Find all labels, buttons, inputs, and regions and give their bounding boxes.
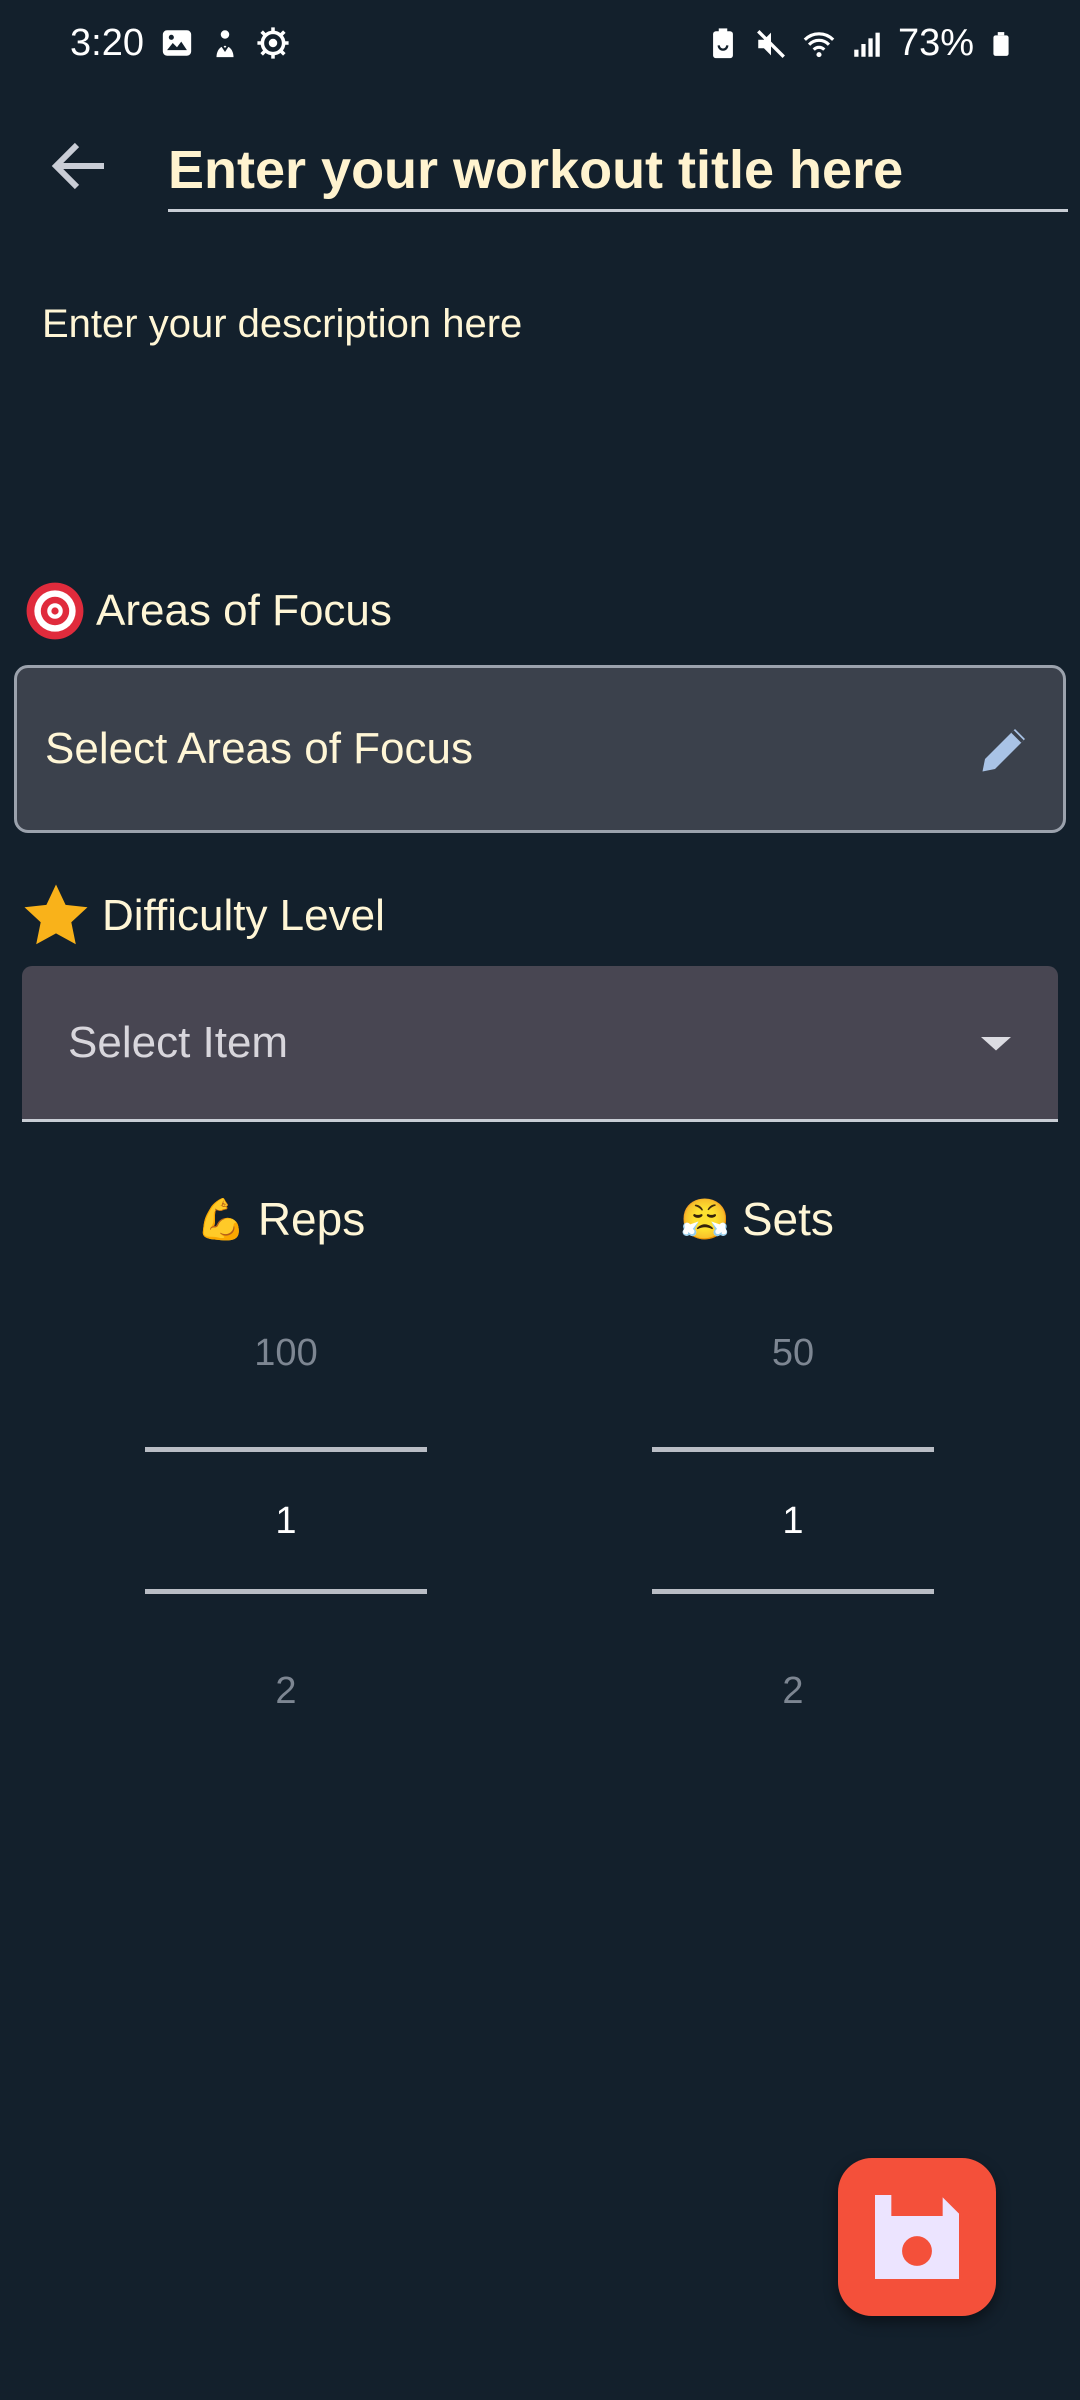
back-button[interactable]: [44, 130, 116, 202]
status-left-icons: [160, 26, 290, 60]
sets-selected-value[interactable]: 1: [653, 1500, 933, 1543]
reps-prev-value[interactable]: 100: [146, 1332, 426, 1375]
target-icon: [26, 582, 84, 640]
flexed-biceps-icon: 💪: [196, 1196, 246, 1243]
dropdown-arrow-icon: [981, 1036, 1011, 1050]
reps-picker-bottom-line: [145, 1589, 427, 1594]
status-time: 3:20: [70, 22, 144, 64]
sets-picker-top-line: [652, 1447, 934, 1452]
difficulty-level-label: Difficulty Level: [20, 880, 385, 952]
star-icon: [24, 884, 88, 945]
areas-of-focus-select-text: Select Areas of Focus: [45, 724, 473, 773]
sets-next-value[interactable]: 2: [653, 1670, 933, 1713]
image-icon: [162, 30, 192, 56]
mute-icon: [756, 29, 785, 58]
sets-picker-bottom-line: [652, 1589, 934, 1594]
difficulty-level-label-text: Difficulty Level: [102, 891, 385, 940]
areas-of-focus-label: Areas of Focus: [24, 580, 392, 642]
signal-icon: [854, 32, 880, 57]
difficulty-dropdown[interactable]: Select Item: [22, 966, 1058, 1122]
reps-next-value[interactable]: 2: [146, 1670, 426, 1713]
save-button[interactable]: [838, 2158, 996, 2316]
reps-header: 💪 Reps: [196, 1192, 365, 1246]
settings-gear-icon: [257, 27, 289, 59]
save-icon: [875, 2195, 959, 2279]
reps-label: Reps: [257, 1193, 366, 1245]
reps-selected-value[interactable]: 1: [146, 1500, 426, 1543]
sets-prev-value[interactable]: 50: [653, 1332, 933, 1375]
arrow-left-icon: [51, 142, 104, 190]
battery-icon: [993, 31, 1009, 56]
workout-title-placeholder: Enter your workout title here: [168, 140, 904, 200]
areas-of-focus-label-text: Areas of Focus: [96, 586, 392, 635]
sets-header: 😤 Sets: [680, 1192, 834, 1246]
battery-percent: 73%: [897, 22, 974, 64]
reps-picker-top-line: [145, 1447, 427, 1452]
difficulty-dropdown-text: Select Item: [68, 1017, 289, 1067]
workout-title-input[interactable]: Enter your workout title here: [168, 128, 1068, 212]
areas-of-focus-select[interactable]: Select Areas of Focus: [14, 665, 1066, 833]
wifi-icon: [803, 31, 835, 57]
pencil-icon[interactable]: [975, 719, 1035, 779]
sets-label: Sets: [741, 1193, 834, 1245]
steaming-face-icon: 😤: [680, 1196, 730, 1243]
status-right-icons: 73%: [706, 22, 1014, 65]
description-input[interactable]: Enter your description here: [42, 302, 522, 347]
battery-saver-icon: [713, 27, 733, 58]
download-icon: [216, 30, 234, 58]
